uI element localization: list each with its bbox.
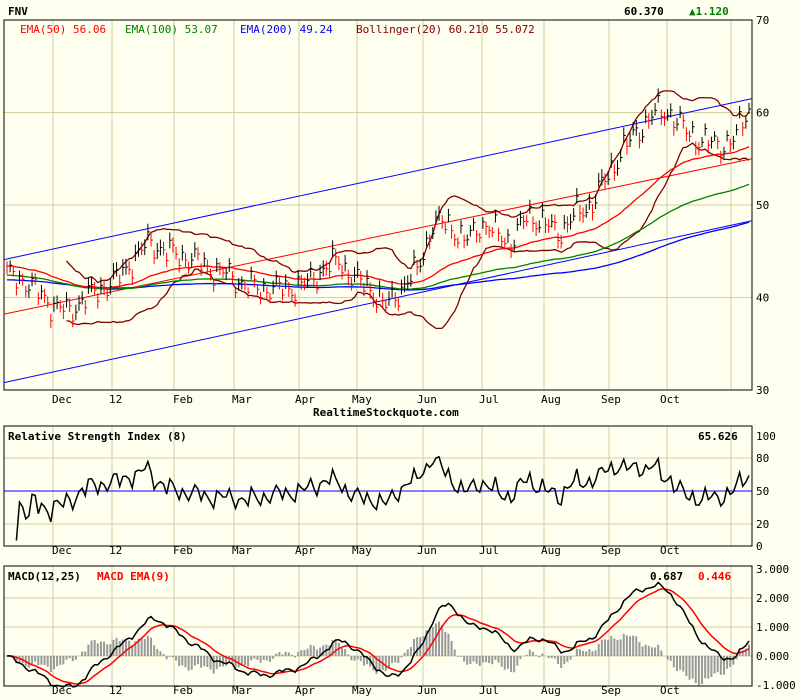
channel-upper-line [3,98,753,261]
chart-canvas: 70 60 50 40 30 100 80 50 20 0 3.000 2.000 1.000 0.000… [3,5,796,697]
macd-title: MACD(12,25) [8,570,81,583]
rsi-title: Relative Strength Index (8) [8,430,187,443]
channel-middle-line [3,158,753,315]
y-tick-label: 80 [756,452,769,465]
x-tick-label: Apr [295,393,315,406]
y-tick-label: 3.000 [756,563,789,576]
x-tick-label: Jun [417,393,437,406]
channel-lower-line [3,220,753,384]
y-tick-label: 60 [756,107,769,120]
x-tick-label: Dec [52,393,72,406]
y-tick-label: 30 [756,384,769,397]
y-tick-label: 20 [756,518,769,531]
y-tick-label: 50 [756,199,769,212]
y-tick-label: 100 [756,430,776,443]
x-tick-label: Feb [173,393,193,406]
x-tick-label: Mar [232,393,252,406]
y-tick-label: 0.000 [756,650,789,663]
x-tick-label: May [352,393,372,406]
y-tick-label: 0 [756,540,763,553]
legend-ema50: EMA(50) 56.06 [20,23,106,36]
y-tick-label: 1.000 [756,621,789,634]
macd-panel [3,565,753,687]
last-price: 60.370 [624,5,664,18]
y-tick-label: -1.000 [756,679,796,692]
x-tick-label: Jul [479,393,499,406]
price-change: ▲1.120 [689,5,729,18]
x-tick-label: Oct [660,393,680,406]
x-tick-label: 12 [109,393,122,406]
rsi-panel [3,425,753,547]
y-tick-label: 40 [756,292,769,305]
y-tick-label: 70 [756,14,769,27]
macd-ema-value: 0.446 [698,570,731,583]
symbol: FNV [8,5,28,18]
legend-ema200: EMA(200) 49.24 [240,23,333,36]
bollinger-lower-line [66,142,750,330]
watermark: RealtimeStockquote.com [313,406,459,419]
legend-bollinger: Bollinger(20) 60.210 55.072 [356,23,535,36]
stock-chart: 70 60 50 40 30 100 80 50 20 0 3.000 2.000 1.000 0.000… [0,0,800,700]
x-tick-label: Aug [541,393,561,406]
x-tick-label: Sep [601,393,621,406]
legend-ema100: EMA(100) 53.07 [125,23,218,36]
y-tick-label: 2.000 [756,592,789,605]
ema50-line [6,146,750,289]
y-tick-label: 50 [756,485,769,498]
bollinger-upper-line [65,90,750,284]
macd-ema-title: MACD EMA(9) [97,570,170,583]
rsi-value: 65.626 [698,430,738,443]
rsi-line [15,455,750,541]
macd-value: 0.687 [650,570,683,583]
